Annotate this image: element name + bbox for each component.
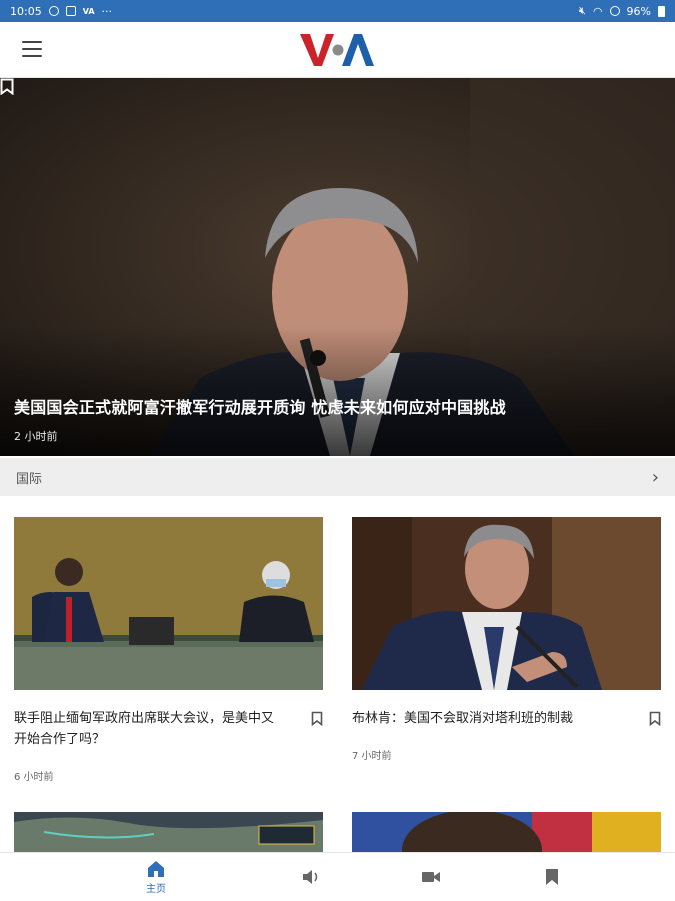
article-photo (352, 517, 661, 690)
section-title: 国际 (16, 471, 43, 487)
dnd-icon (609, 6, 620, 16)
article-photo (352, 812, 661, 852)
at-icon (48, 6, 59, 16)
article-card[interactable]: 联手阻止缅甸军政府出席联大会议，是美中又开始合作了吗？ 6 小时前 (14, 517, 323, 783)
hero-headline[interactable]: 美国国会正式就阿富汗撤军行动展开质询 忧虑未来如何应对中国挑战 (14, 394, 506, 418)
article-headline[interactable]: 联手阻止缅甸军政府出席联大会议，是美中又开始合作了吗？ (14, 708, 284, 750)
article-photo (14, 517, 323, 690)
voa-logo (300, 34, 374, 66)
bookmark-icon[interactable] (311, 711, 323, 726)
more-dots-icon: ··· (101, 4, 113, 18)
battery-level: 96% (626, 4, 651, 18)
hero-timestamp: 2 小时前 (14, 430, 58, 443)
app-bar (0, 22, 675, 78)
tab-bookmarks[interactable] (522, 853, 582, 901)
bottom-navigation: 主页 (0, 852, 675, 900)
voa-small-icon: VA (82, 6, 95, 16)
tab-video[interactable] (401, 853, 461, 901)
bookmark-icon (546, 869, 558, 885)
hero-story[interactable]: 美国国会正式就阿富汗撤军行动展开质询 忧虑未来如何应对中国挑战 2 小时前 (0, 78, 675, 456)
chevron-right-icon: › (651, 466, 659, 488)
hamburger-menu-icon[interactable] (22, 41, 42, 57)
image-icon (65, 6, 76, 16)
article-card[interactable]: 布林肯：美国不会取消对塔利班的制裁 7 小时前 (352, 517, 661, 762)
speaker-icon (303, 870, 318, 884)
wifi-icon: ◠ (592, 4, 603, 18)
article-photo (14, 812, 323, 852)
hero-gradient (0, 326, 675, 456)
video-camera-icon (422, 872, 440, 882)
section-header-international[interactable]: 国际 › (0, 458, 675, 496)
home-icon (148, 860, 164, 877)
article-card-peek[interactable] (352, 812, 661, 852)
mute-icon: 🔇︎ (579, 4, 586, 17)
status-bar: 10:05 VA ··· 🔇︎ ◠ 96% (0, 0, 675, 22)
article-card-peek[interactable] (14, 812, 323, 852)
bookmark-icon[interactable] (649, 711, 661, 726)
battery-icon (658, 5, 665, 17)
tab-audio[interactable] (281, 853, 341, 901)
status-time: 10:05 (10, 4, 42, 18)
tab-home-label: 主页 (146, 883, 166, 895)
tab-home[interactable]: 主页 (126, 853, 186, 901)
article-headline[interactable]: 布林肯：美国不会取消对塔利班的制裁 (352, 708, 622, 729)
article-timestamp: 6 小时前 (14, 772, 54, 783)
bookmark-icon[interactable] (0, 78, 14, 95)
article-timestamp: 7 小时前 (352, 751, 392, 762)
